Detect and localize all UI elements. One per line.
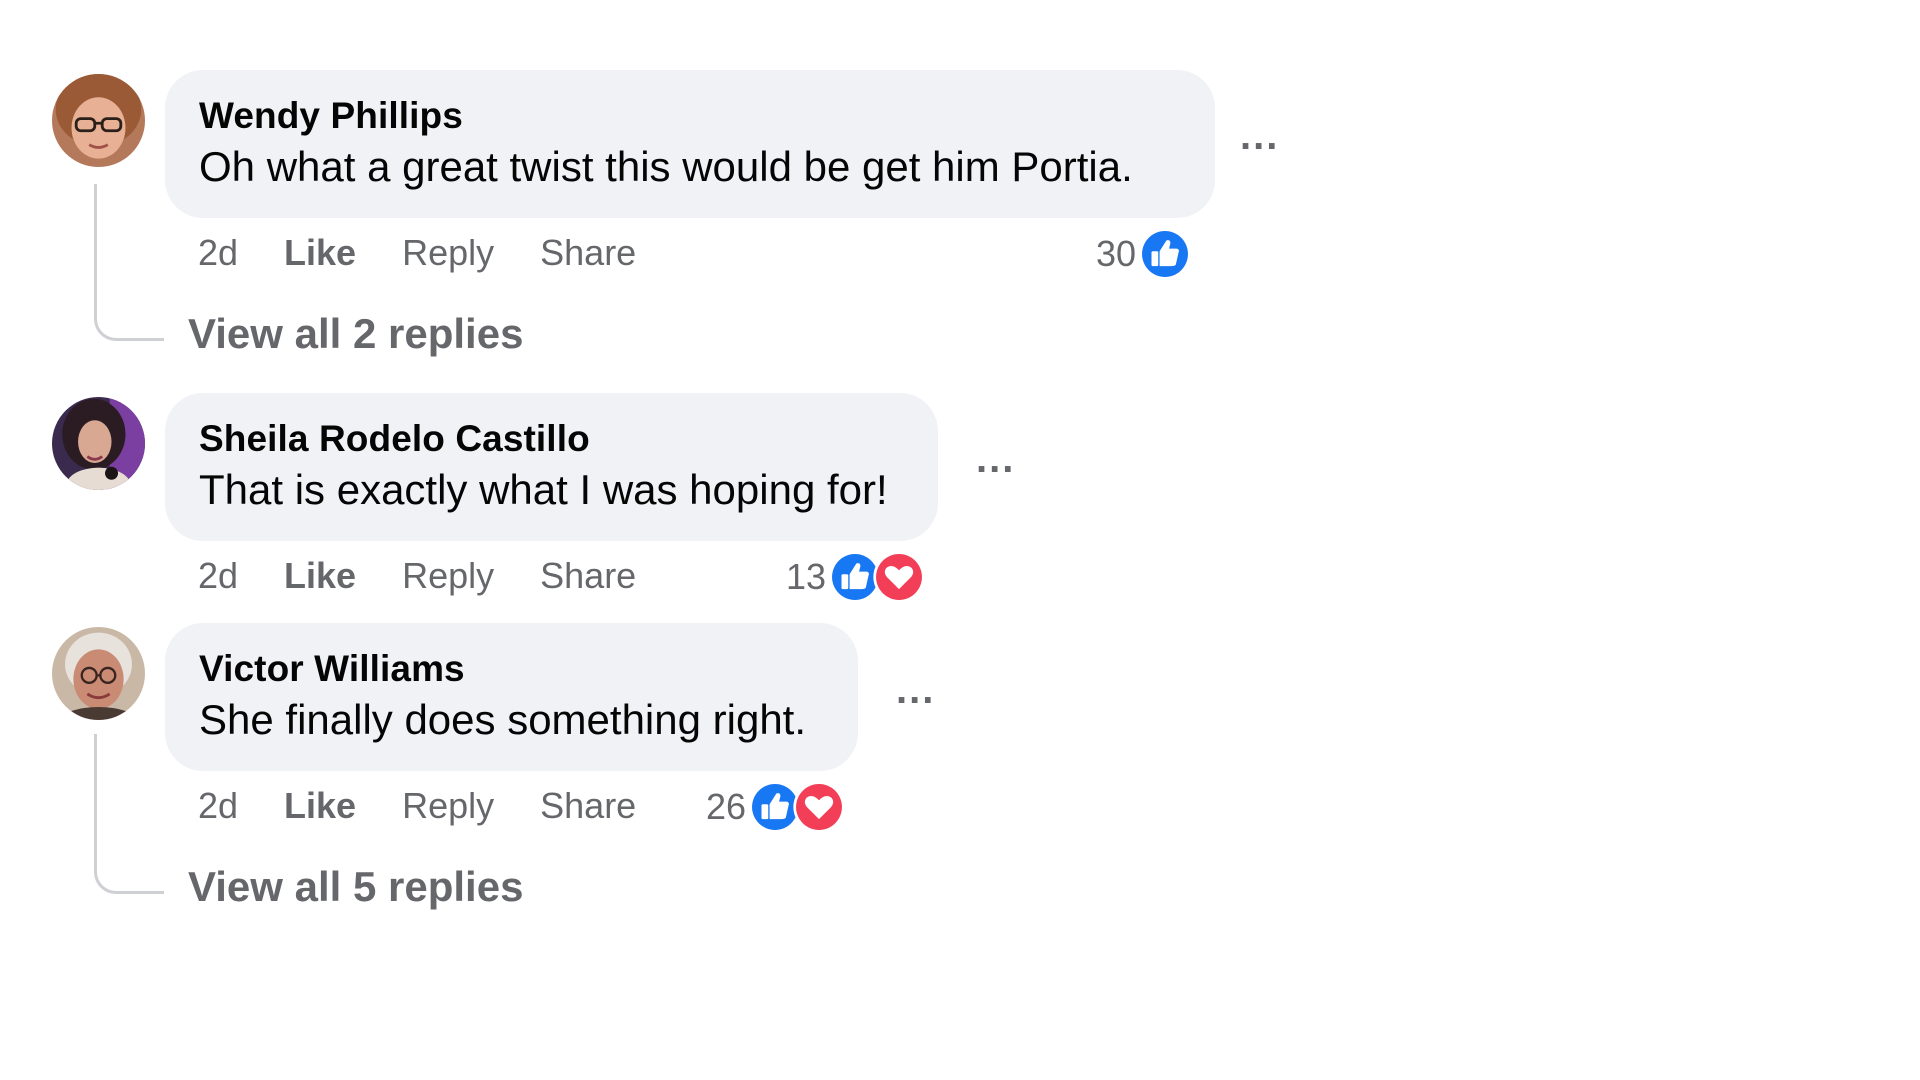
avatar-wendy-phillips[interactable] <box>52 74 145 167</box>
avatar-image <box>52 627 145 720</box>
reaction-summary[interactable]: 30 <box>1096 226 1192 282</box>
comment-timestamp[interactable]: 2d <box>198 232 238 274</box>
comment-timestamp[interactable]: 2d <box>198 785 238 827</box>
comment-author[interactable]: Wendy Phillips <box>199 94 1181 138</box>
reaction-count: 30 <box>1096 233 1137 274</box>
like-button[interactable]: Like <box>284 785 356 827</box>
reply-button[interactable]: Reply <box>402 232 494 274</box>
comment-bubble: Sheila Rodelo Castillo That is exactly w… <box>165 393 938 541</box>
more-options-button[interactable]: ... <box>976 439 1015 479</box>
comment-actions: 2d Like Reply Share <box>198 551 682 601</box>
reaction-summary[interactable]: 26 <box>706 779 846 835</box>
more-options-button[interactable]: ... <box>1240 116 1279 156</box>
avatar-image <box>52 74 145 167</box>
avatar-victor-williams[interactable] <box>52 627 145 720</box>
share-button[interactable]: Share <box>540 785 636 827</box>
thread-connector <box>94 184 164 341</box>
like-button[interactable]: Like <box>284 232 356 274</box>
reply-button[interactable]: Reply <box>402 785 494 827</box>
avatar-sheila-rodelo-castillo[interactable] <box>52 397 145 490</box>
thread-connector <box>94 734 164 894</box>
comment-author[interactable]: Sheila Rodelo Castillo <box>199 417 904 461</box>
comment-bubble: Wendy Phillips Oh what a great twist thi… <box>165 70 1215 218</box>
avatar-image <box>52 397 145 490</box>
view-replies-link[interactable]: View all 5 replies <box>188 862 523 912</box>
share-button[interactable]: Share <box>540 232 636 274</box>
reaction-count: 13 <box>786 556 827 597</box>
like-button[interactable]: Like <box>284 555 356 597</box>
share-button[interactable]: Share <box>540 555 636 597</box>
love-icon <box>793 781 845 833</box>
love-icon <box>873 551 925 603</box>
more-options-button[interactable]: ... <box>896 670 935 710</box>
reaction-count: 26 <box>706 786 747 827</box>
comment-actions: 2d Like Reply Share <box>198 781 682 831</box>
comment-author[interactable]: Victor Williams <box>199 647 824 691</box>
comment-text: She finally does something right. <box>199 696 807 743</box>
comment-timestamp[interactable]: 2d <box>198 555 238 597</box>
like-icon <box>1139 228 1191 280</box>
view-replies-link[interactable]: View all 2 replies <box>188 309 523 359</box>
comment-text: Oh what a great twist this would be get … <box>199 143 1133 190</box>
comment-bubble: Victor Williams She finally does somethi… <box>165 623 858 771</box>
comment-text: That is exactly what I was hoping for! <box>199 466 888 513</box>
comment-actions: 2d Like Reply Share <box>198 228 682 278</box>
reply-button[interactable]: Reply <box>402 555 494 597</box>
reaction-summary[interactable]: 13 <box>786 549 926 605</box>
